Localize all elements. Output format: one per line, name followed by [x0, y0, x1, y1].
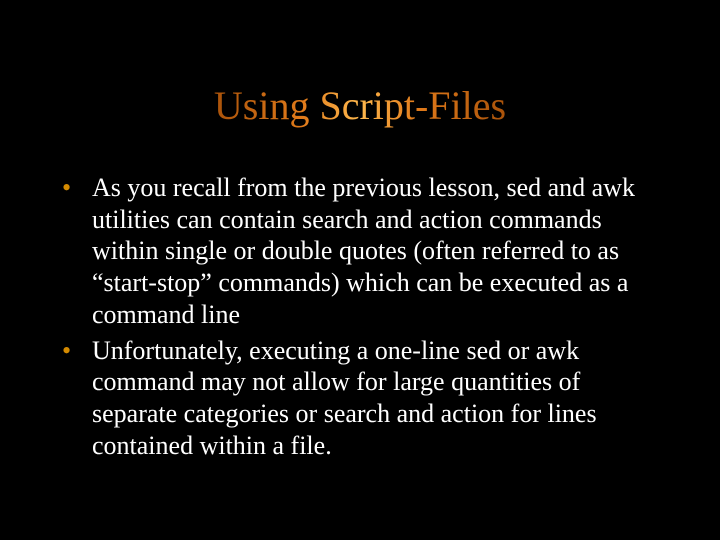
- bullet-text: Unfortunately, executing a one-line sed …: [92, 335, 668, 462]
- slide: Using Script-Files • As you recall from …: [0, 0, 720, 540]
- bullet-item: • Unfortunately, executing a one-line se…: [62, 335, 668, 462]
- bullet-icon: •: [62, 335, 92, 367]
- slide-title: Using Script-Files: [0, 82, 720, 129]
- bullet-item: • As you recall from the previous lesson…: [62, 172, 668, 331]
- slide-body: • As you recall from the previous lesson…: [62, 172, 668, 465]
- bullet-icon: •: [62, 172, 92, 204]
- bullet-text: As you recall from the previous lesson, …: [92, 172, 668, 331]
